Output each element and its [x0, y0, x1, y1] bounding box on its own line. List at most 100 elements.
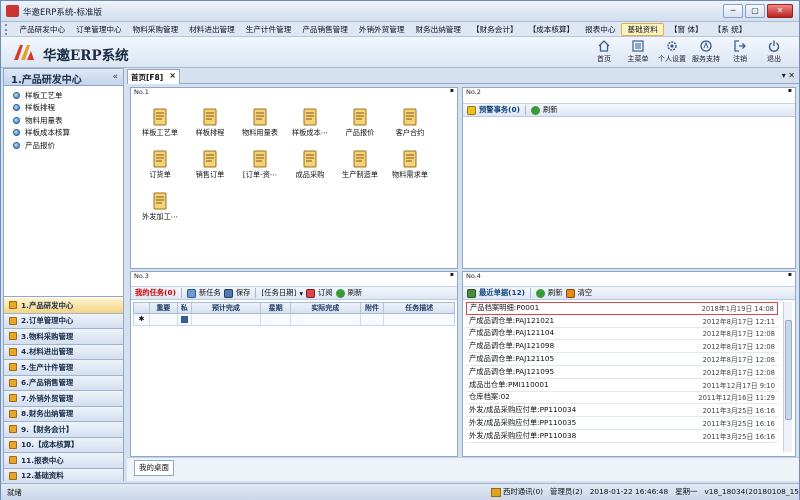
menu-item-rd[interactable]: 产品研发中心	[14, 23, 71, 36]
shortcut-customer-contract[interactable]: 客户合约	[385, 108, 435, 138]
menu-item-costing[interactable]: 【成本核算】	[523, 23, 580, 36]
menu-item-sales[interactable]: 产品销售管理	[297, 23, 354, 36]
new-task-row[interactable]: ✱	[133, 314, 455, 326]
tree-item-material-usage[interactable]: 物料用量表	[4, 114, 123, 127]
menu-item-window[interactable]: 【窗 体】	[664, 23, 708, 36]
menu-item-cashier[interactable]: 财务出纳管理	[410, 23, 467, 36]
new-task-button[interactable]: 新任务	[199, 288, 221, 298]
recent-documents-button[interactable]: 最近单据(12)	[479, 288, 525, 298]
module-production[interactable]: 5.生产计件管理	[4, 360, 123, 376]
task-date-dropdown[interactable]: [任务日期]	[261, 288, 296, 298]
maximize-panel-icon[interactable]: ▪	[450, 87, 454, 94]
menu-item-production[interactable]: 生产计件管理	[240, 23, 297, 36]
vertical-scrollbar[interactable]	[783, 302, 792, 452]
col-attachment[interactable]: 附件	[361, 303, 385, 313]
main-menu-button[interactable]: 主菜单	[621, 39, 655, 64]
shortcut-outsourcing[interactable]: 外发加工⋯	[135, 192, 185, 222]
module-sales[interactable]: 6.产品销售管理	[4, 375, 123, 391]
support-button[interactable]: 服务支持	[689, 39, 723, 64]
col-weekday[interactable]: 星期	[261, 303, 292, 313]
recent-document-row[interactable]: 产品档案明细:P0001 2018年1月19日 14:08	[466, 302, 778, 315]
close-icon[interactable]: ×	[169, 71, 176, 80]
menu-item-reports[interactable]: 报表中心	[580, 23, 621, 36]
cell-private[interactable]	[178, 314, 192, 325]
module-rd[interactable]: 1.产品研发中心	[4, 298, 123, 314]
menu-item-materials[interactable]: 材料进出管理	[184, 23, 241, 36]
chevron-down-icon[interactable]: ▾	[299, 289, 303, 298]
cell-attachment[interactable]	[361, 314, 385, 325]
scrollbar-thumb[interactable]	[785, 320, 792, 420]
warning-tasks-button[interactable]: 预警事务(0)	[479, 105, 520, 115]
maximize-button[interactable]: ▢	[745, 4, 765, 18]
recent-document-row[interactable]: 成品出仓单:PMI110001 2011年12月17日 9:10	[466, 379, 778, 392]
cell-expected-completion[interactable]	[192, 314, 262, 325]
home-button[interactable]: 首页	[587, 39, 621, 64]
module-materials[interactable]: 4.材料进出管理	[4, 344, 123, 360]
menu-item-accounting[interactable]: 【财务会计】	[467, 23, 524, 36]
shortcut-material-usage[interactable]: 物料用量表	[235, 108, 285, 138]
tab-strip-controls[interactable]: ▾ ✕	[782, 71, 795, 80]
subscribe-button[interactable]: 订阅	[318, 288, 333, 298]
messages-indicator[interactable]: 西时通讯(0)	[491, 486, 543, 497]
col-actual-completion[interactable]: 实际完成	[291, 303, 361, 313]
shortcut-purchase-order[interactable]: 订货单	[135, 150, 185, 180]
tree-item-sample-schedule[interactable]: 样板排程	[4, 102, 123, 115]
recent-document-row[interactable]: 外发/成品采购应付单:PP110035 2011年3月25日 16:16	[466, 417, 778, 430]
recent-document-row[interactable]: 产成品调仓单:PAJ121095 2012年8月17日 12:08	[466, 366, 778, 379]
shortcut-manufacturing-order[interactable]: 生产制造单	[335, 150, 385, 180]
recent-document-row[interactable]: 外发/成品采购应付单:PP110038 2011年3月25日 16:16	[466, 430, 778, 443]
menu-item-export[interactable]: 外销外贸管理	[353, 23, 410, 36]
cell-description[interactable]	[384, 314, 454, 325]
recent-document-row[interactable]: 产成品调仓单:PAJ121021 2012年8月17日 12:11	[466, 315, 778, 328]
exit-button[interactable]: 退出	[757, 39, 791, 64]
recent-document-row[interactable]: 产成品调仓单:PAJ121104 2012年8月17日 12:08	[466, 328, 778, 341]
cell-actual-completion[interactable]	[291, 314, 361, 325]
module-orders[interactable]: 2.订单管理中心	[4, 313, 123, 329]
module-costing[interactable]: 10.【成本核算】	[4, 437, 123, 453]
col-description[interactable]: 任务描述	[384, 303, 454, 313]
checkbox-icon[interactable]	[180, 316, 188, 323]
shortcut-sample-schedule[interactable]: 样板排程	[185, 108, 235, 138]
shortcut-sample-cost[interactable]: 样板成本⋯	[285, 108, 335, 138]
cell-important[interactable]	[150, 314, 178, 325]
module-export[interactable]: 7.外销外贸管理	[4, 391, 123, 407]
save-button[interactable]: 保存	[236, 288, 251, 298]
logout-button[interactable]: 注销	[723, 39, 757, 64]
maximize-panel-icon[interactable]: ▪	[788, 87, 792, 94]
shortcut-sample-process[interactable]: 样板工艺单	[135, 108, 185, 138]
close-window-button[interactable]: ✕	[767, 4, 793, 18]
personal-settings-button[interactable]: 个人设置	[655, 39, 689, 64]
tree-item-sample-process[interactable]: 样板工艺单	[4, 89, 123, 102]
tree-item-sample-cost[interactable]: 样板成本核算	[4, 127, 123, 140]
tab-my-desktop[interactable]: 我的桌面	[134, 460, 174, 476]
shortcut-product-quote[interactable]: 产品报价	[335, 108, 385, 138]
menu-item-system[interactable]: 【系 统】	[708, 23, 752, 36]
minimize-button[interactable]: ─	[723, 4, 743, 18]
collapse-icon[interactable]: «	[112, 72, 118, 82]
module-cashier[interactable]: 8.财务出纳管理	[4, 406, 123, 422]
col-important[interactable]: 重要	[150, 303, 178, 313]
menu-item-orders[interactable]: 订单管理中心	[71, 23, 128, 36]
module-basic-data[interactable]: 12.基础资料	[4, 468, 123, 484]
refresh-button[interactable]: 刷新	[548, 288, 563, 298]
shortcut-finished-purchase[interactable]: 成品采购	[285, 150, 335, 180]
module-purchase[interactable]: 3.物料采购管理	[4, 329, 123, 345]
recent-document-row[interactable]: 产成品调仓单:PAJ121098 2012年8月17日 12:08	[466, 340, 778, 354]
col-expected-completion[interactable]: 预计完成	[192, 303, 262, 313]
module-reports[interactable]: 11.报表中心	[4, 453, 123, 469]
menu-item-purchase[interactable]: 物料采购管理	[127, 23, 184, 36]
my-tasks-button[interactable]: 我的任务(0)	[135, 288, 176, 298]
refresh-button[interactable]: 刷新	[348, 288, 363, 298]
tab-home[interactable]: 首页[F8] ×	[127, 69, 180, 84]
shortcut-order-info[interactable]: [订单-资⋯	[235, 150, 285, 180]
recent-document-row[interactable]: 产成品调仓单:PAJ121105 2012年8月17日 12:08	[466, 353, 778, 366]
refresh-button[interactable]: 刷新	[543, 105, 558, 115]
menu-item-basic-data[interactable]: 基础资料	[621, 22, 665, 36]
recent-document-row[interactable]: 仓库档案:02 2011年12月16日 11:29	[466, 392, 778, 405]
maximize-panel-icon[interactable]: ▪	[788, 271, 792, 278]
shortcut-material-requirement[interactable]: 物料需求单	[385, 150, 435, 180]
cell-weekday[interactable]	[261, 314, 292, 325]
col-private[interactable]: 私	[178, 303, 192, 313]
tree-item-product-quote[interactable]: 产品报价	[4, 139, 123, 152]
module-accounting[interactable]: 9.【财务会计】	[4, 422, 123, 438]
